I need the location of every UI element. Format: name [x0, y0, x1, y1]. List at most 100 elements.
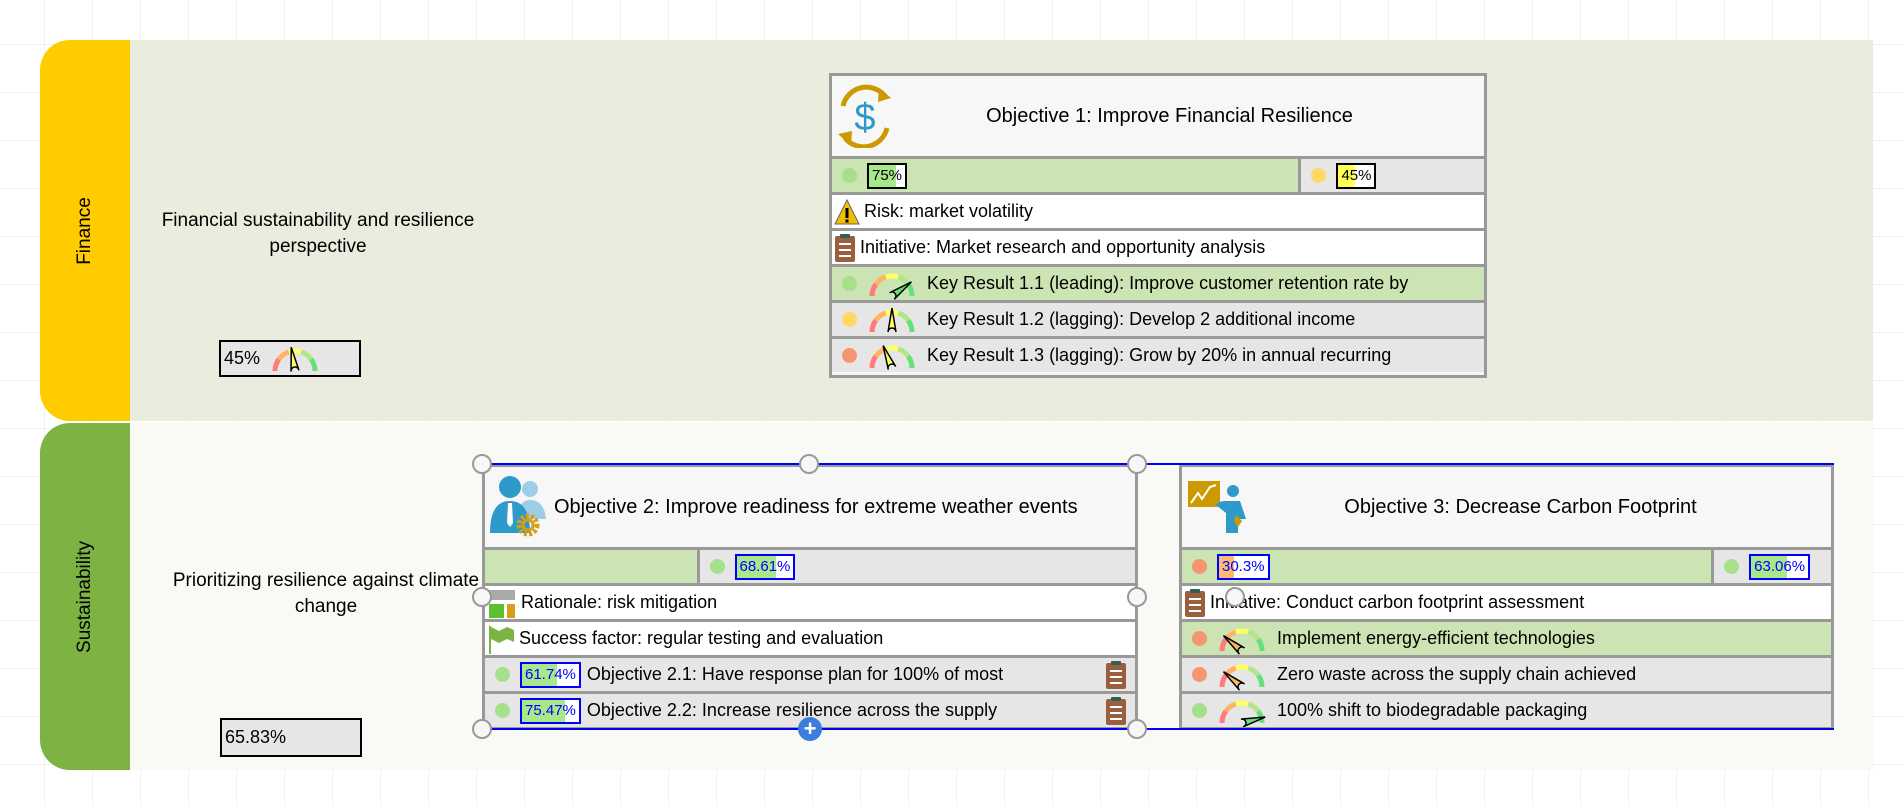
- objective-title: Objective 2: Improve readiness for extre…: [554, 495, 1078, 518]
- objective-card-1[interactable]: $ Objective 1: Improve Financial Resilien…: [829, 73, 1487, 378]
- objective-title: Objective 3: Decrease Carbon Footprint: [1344, 495, 1697, 518]
- key-result-row[interactable]: Implement energy-efficient technologies: [1182, 619, 1831, 655]
- detail-row[interactable]: Initiative: Market research and opportun…: [832, 228, 1484, 264]
- progress-indicator: 75%: [867, 162, 908, 189]
- status-dot-orange: [1192, 559, 1207, 574]
- gauge-icon: [1217, 695, 1267, 727]
- progress-value: 63.06%: [1754, 558, 1806, 575]
- gauge-icon: [867, 304, 917, 336]
- dollar-cycle-icon: $: [835, 84, 895, 148]
- row-text: Initiative: Market research and opportun…: [860, 237, 1266, 257]
- selection-top-line: [482, 463, 1834, 465]
- clipboard-icon[interactable]: [1105, 696, 1127, 726]
- gauge-icon: [1217, 659, 1267, 691]
- progress-indicator: 30.3%: [1217, 553, 1270, 580]
- row-text: Objective 2.2: Increase resilience acros…: [586, 700, 998, 720]
- objective-header: $ Objective 1: Improve Financial Resilien…: [832, 76, 1484, 156]
- svg-text:$: $: [854, 97, 875, 139]
- progress-indicator: 63.06%: [1749, 553, 1811, 580]
- progress-value: 68.61%: [739, 558, 791, 575]
- row-text: Objective 2.1: Have response plan for 10…: [586, 664, 1004, 684]
- progress-row: 68.61%: [485, 547, 1135, 583]
- progress-cell[interactable]: [485, 550, 700, 583]
- flag-icon: [487, 624, 515, 654]
- progress-value: 30.3%: [1222, 558, 1265, 575]
- row-text: Key Result 1.1 (leading): Improve custom…: [927, 273, 1409, 293]
- resize-handle-top-right[interactable]: [1127, 454, 1147, 474]
- perspective-description: Financial sustainability and resilience …: [161, 210, 475, 257]
- perspective-indicator[interactable]: 65.83%: [220, 718, 362, 757]
- detail-row[interactable]: Risk: market volatility: [832, 192, 1484, 228]
- progress-cell[interactable]: 68.61%: [699, 550, 1135, 583]
- key-result-row[interactable]: Key Result 1.3 (lagging): Grow by 20% in…: [832, 336, 1484, 372]
- key-result-row[interactable]: Key Result 1.1 (leading): Improve custom…: [832, 264, 1484, 300]
- presenter-chart-icon: [1186, 479, 1250, 535]
- progress-value: 45%: [1341, 167, 1372, 184]
- resize-handle-top[interactable]: [799, 454, 819, 474]
- perspective-indicator[interactable]: 45%: [219, 340, 361, 377]
- row-text: Zero waste across the supply chain achie…: [1277, 664, 1637, 684]
- sub-objective-row[interactable]: 61.74% Objective 2.1: Have response plan …: [485, 655, 1135, 691]
- clipboard-icon[interactable]: [1105, 660, 1127, 690]
- gauge-icon: [266, 343, 324, 375]
- lane-header-sustainability[interactable]: Sustainability: [40, 423, 130, 770]
- objective-header: Objective 2: Improve readiness for extre…: [485, 467, 1135, 547]
- progress-cell[interactable]: 45%: [1301, 159, 1484, 192]
- key-result-row[interactable]: Key Result 1.2 (lagging): Develop 2 addi…: [832, 300, 1484, 336]
- row-text: Risk: market volatility: [864, 201, 1034, 221]
- status-dot-orange: [842, 348, 857, 363]
- selection-bottom-line: [482, 728, 1834, 730]
- resize-handle-right[interactable]: [1127, 587, 1147, 607]
- progress-cell[interactable]: 63.06%: [1714, 550, 1831, 583]
- progress-indicator: 68.61%: [734, 553, 796, 580]
- perspective-description: Prioritizing resilience against climate …: [172, 570, 480, 617]
- progress-cell[interactable]: 75%: [832, 159, 1302, 192]
- gauge-icon: [867, 340, 917, 372]
- key-result-row[interactable]: 100% shift to biodegradable packaging: [1182, 691, 1831, 727]
- gauge-icon: [867, 268, 917, 300]
- progress-indicator: 45%: [1336, 162, 1377, 189]
- status-dot-green: [842, 168, 857, 183]
- status-dot-yellow: [842, 312, 857, 327]
- progress-value: 75.47%: [525, 702, 576, 719]
- detail-row[interactable]: Initiative: Conduct carbon footprint ass…: [1182, 583, 1831, 619]
- progress-cell[interactable]: 30.3%: [1182, 550, 1715, 583]
- detail-row[interactable]: Success factor: regular testing and eval…: [485, 619, 1135, 655]
- clipboard-icon: [1184, 588, 1206, 618]
- status-dot-green: [495, 667, 510, 682]
- progress-indicator: 61.74%: [520, 661, 581, 688]
- resize-handle-left[interactable]: [472, 587, 492, 607]
- status-dot-orange: [1192, 631, 1207, 646]
- row-text: Implement energy-efficient technologies: [1277, 628, 1595, 648]
- lane-header-finance[interactable]: Finance: [40, 40, 130, 421]
- resize-handle-top-left[interactable]: [472, 454, 492, 474]
- row-text: Success factor: regular testing and eval…: [519, 628, 884, 648]
- status-dot-green: [1192, 703, 1207, 718]
- row-text: 100% shift to biodegradable packaging: [1277, 700, 1588, 720]
- key-result-row[interactable]: Zero waste across the supply chain achie…: [1182, 655, 1831, 691]
- lane-label: Sustainability: [74, 540, 96, 653]
- objective-card-3[interactable]: Objective 3: Decrease Carbon Footprint 30…: [1179, 464, 1834, 730]
- progress-row: 30.3% 63.06%: [1182, 547, 1831, 583]
- progress-indicator: 75.47%: [520, 697, 581, 724]
- indicator-value: 65.83%: [225, 727, 287, 747]
- status-dot-green: [495, 703, 510, 718]
- status-dot-orange: [1192, 667, 1207, 682]
- connection-handle[interactable]: [1225, 587, 1245, 607]
- resize-handle-bottom-right[interactable]: [1127, 719, 1147, 739]
- status-dot-green: [709, 559, 725, 574]
- row-text: Initiative: Conduct carbon footprint ass…: [1210, 592, 1585, 612]
- resize-handle-bottom-left[interactable]: [472, 719, 492, 739]
- lane-label: Finance: [73, 196, 95, 265]
- status-dot-yellow: [1311, 168, 1327, 183]
- gauge-icon: [1217, 623, 1267, 655]
- objective-card-2[interactable]: Objective 2: Improve readiness for extre…: [482, 464, 1138, 730]
- progress-value: 75%: [872, 167, 903, 184]
- progress-row: 75% 45%: [832, 156, 1484, 192]
- objective-header: Objective 3: Decrease Carbon Footprint: [1182, 467, 1831, 547]
- indicator-value: 45%: [224, 348, 261, 368]
- add-button[interactable]: +: [798, 717, 822, 741]
- detail-row[interactable]: Rationale: risk mitigation: [485, 583, 1135, 619]
- team-gear-icon: [488, 475, 548, 539]
- status-dot-green: [1724, 559, 1740, 574]
